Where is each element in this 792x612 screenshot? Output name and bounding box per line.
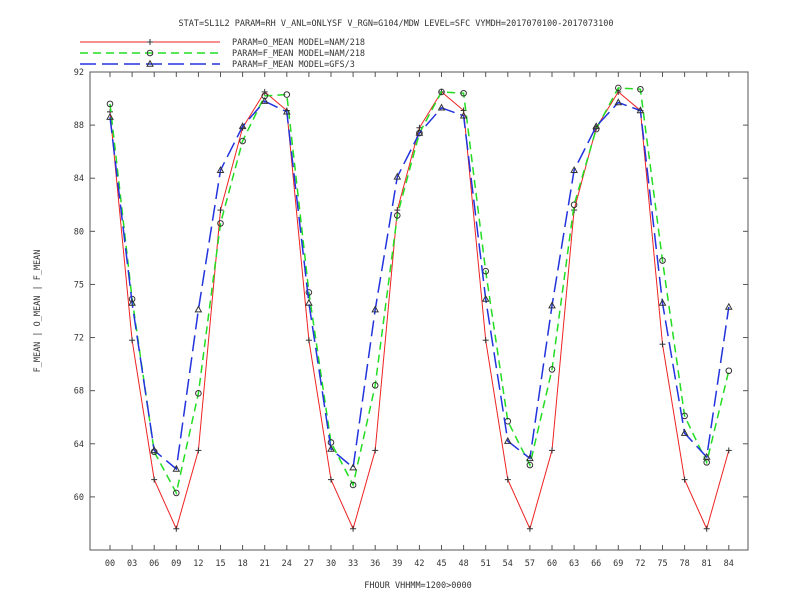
x-tick-label: 54 [503,559,513,569]
x-axis-label: FHOUR VHHMM=1200>0000 [364,581,471,591]
x-tick-label: 78 [679,559,689,569]
plot-frame [89,71,749,551]
series-line [109,100,730,471]
x-tick-label: 00 [105,559,115,569]
x-tick-label: 51 [481,559,491,569]
x-tick-label: 63 [569,559,579,569]
x-tick-label: 18 [237,559,247,569]
x-tick-label: 42 [414,559,424,569]
data-point [549,447,555,454]
series-2 [106,84,733,497]
x-tick-label: 15 [215,559,225,569]
x-tick-label: 72 [635,559,645,569]
legend: PARAM=O_MEAN MODEL=NAM/218PARAM=F_MEAN M… [80,38,365,70]
x-tick-label: 27 [304,559,314,569]
x-tick-label: 66 [591,559,601,569]
y-tick-label: 60 [74,493,84,503]
data-point [504,476,511,483]
data-point [681,476,688,483]
x-tick-label: 36 [370,559,380,569]
line-chart: STAT=SL1L2 PARAM=RH V_ANL=ONLYSF V_RGN=G… [33,19,749,591]
legend-label: PARAM=F_MEAN MODEL=GFS/3 [232,60,355,70]
y-tick-label: 72 [74,334,84,344]
x-tick-label: 30 [326,559,336,569]
chart-title: STAT=SL1L2 PARAM=RH V_ANL=ONLYSF V_RGN=G… [179,19,614,29]
legend-label: PARAM=F_MEAN MODEL=NAM/218 [232,49,365,59]
x-tick-label: 48 [458,559,468,569]
x-tick-label: 09 [171,559,181,569]
x-tick-label: 06 [149,559,159,569]
y-tick-label: 80 [74,227,84,237]
data-point [372,447,379,454]
x-tick-label: 84 [724,559,734,569]
x-tick-label: 33 [348,559,358,569]
x-tick-label: 21 [260,559,270,569]
data-point [151,476,158,483]
x-tick-label: 12 [193,559,203,569]
data-point [195,447,202,454]
x-tick-label: 81 [702,559,712,569]
x-tick-label: 45 [436,559,446,569]
y-axis: 60 64 68 72 75 80 84 88 92 [74,68,748,503]
x-tick-label: 69 [613,559,623,569]
y-tick-label: 84 [74,174,84,184]
data-point [482,337,489,344]
legend-label: PARAM=O_MEAN MODEL=NAM/218 [232,38,365,48]
x-tick-label: 75 [657,559,667,569]
x-tick-label: 24 [282,559,292,569]
x-tick-label: 57 [525,559,535,569]
data-point [173,525,180,532]
data-point [217,207,224,214]
data-point [725,447,732,454]
legend-marker [147,39,153,45]
legend-entry: PARAM=F_MEAN MODEL=GFS/3 [80,59,355,70]
x-tick-label: 03 [127,559,137,569]
data-point [129,337,136,344]
series-line [109,91,730,531]
data-point [350,525,357,532]
x-tick-label: 39 [392,559,402,569]
legend-entry: PARAM=O_MEAN MODEL=NAM/218 [80,38,365,48]
y-tick-label: 88 [74,121,84,131]
data-point [328,476,334,483]
data-point [526,525,533,532]
x-tick-label: 60 [547,559,557,569]
y-tick-label: 64 [74,440,84,450]
series-line [109,87,730,496]
data-point [659,341,666,348]
y-tick-label: 68 [74,387,84,397]
y-axis-label: F_MEAN | O_MEAN | F_MEAN [33,250,43,373]
data-point [570,201,578,209]
data-point [305,337,312,344]
y-tick-label: 75 [74,280,84,290]
y-tick-label: 92 [74,68,84,78]
data-point [703,525,710,532]
data-point [349,463,357,471]
legend-entry: PARAM=F_MEAN MODEL=NAM/218 [80,49,365,59]
x-axis: 00 03 06 09 12 15 18 21 24 27 30 33 36 39 42 45 48 51 54 57… [105,72,734,569]
data-point [194,305,203,313]
series-layer [106,84,733,532]
series-3 [106,96,733,472]
